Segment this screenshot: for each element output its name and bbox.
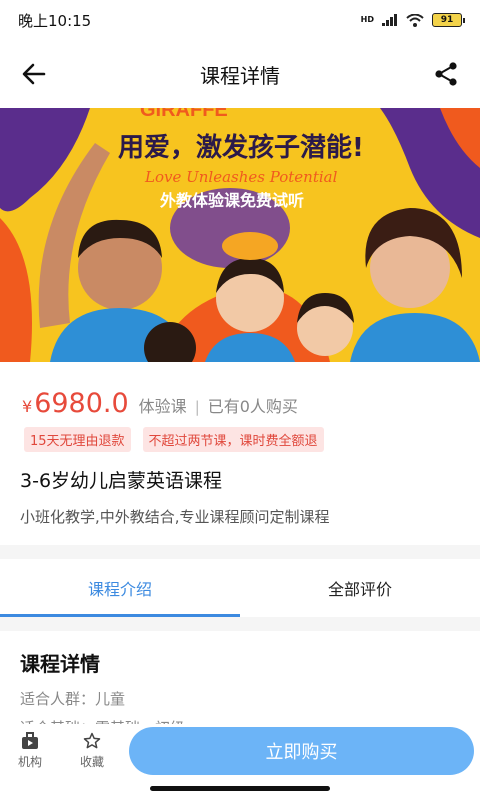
course-banner-image[interactable]: GIRAFFE 用爱，激发孩子潜能! Love Unleashes Potent… xyxy=(0,108,480,362)
price-row: ¥ 6980.0 体验课 | 已有0人购买 xyxy=(22,388,298,419)
battery-icon: 91 xyxy=(432,13,465,27)
banner-subtitle: 外教体验课免费试听 xyxy=(159,191,304,210)
bottom-action-bar: 机构 收藏 立即购买 xyxy=(0,724,480,778)
banner-slogan: 用爱，激发孩子潜能! xyxy=(118,132,364,163)
organization-icon xyxy=(22,732,38,749)
page-title: 课程详情 xyxy=(200,63,280,88)
app-header: 课程详情 xyxy=(0,40,480,108)
org-label: 机构 xyxy=(17,755,42,769)
detail-heading: 课程详情 xyxy=(20,652,100,676)
price-value: 6980.0 xyxy=(34,388,129,419)
signal-icon xyxy=(382,14,397,26)
buy-now-button[interactable]: 立即购买 xyxy=(129,727,474,775)
course-name: 3-6岁幼儿启蒙英语课程 xyxy=(20,470,223,492)
purchase-count: 已有0人购买 xyxy=(207,397,298,416)
tab-label: 全部评价 xyxy=(327,580,392,599)
battery-level: 91 xyxy=(440,15,454,25)
tab-label: 课程介绍 xyxy=(87,580,152,599)
network-type-label: HD xyxy=(360,15,374,24)
wifi-icon xyxy=(406,13,424,27)
price-currency: ¥ xyxy=(22,397,33,416)
tab-all-reviews[interactable]: 全部评价 xyxy=(240,559,480,617)
detail-tabs: 课程介绍 全部评价 xyxy=(0,559,480,617)
org-button[interactable]: 机构 xyxy=(8,732,52,770)
tab-course-intro[interactable]: 课程介绍 xyxy=(0,559,240,617)
refund-tag: 15天无理由退款 xyxy=(24,427,131,452)
screen: 晚上10:15 HD 91 课程详情 GIRAFFE 用爱，激发孩子潜能! Lo… xyxy=(0,0,480,800)
home-indicator[interactable] xyxy=(150,786,330,791)
course-description: 小班化教学,中外教结合,专业课程顾问定制课程 xyxy=(20,508,330,526)
arrow-left-icon[interactable] xyxy=(20,60,48,88)
star-icon xyxy=(83,732,101,749)
favorite-button[interactable]: 收藏 xyxy=(70,732,114,770)
banner-slogan-en: Love Unleashes Potential xyxy=(144,168,338,186)
course-type: 体验课 xyxy=(138,397,187,416)
status-time: 晚上10:15 xyxy=(18,11,92,30)
status-icons: HD 91 xyxy=(360,13,465,27)
trial-refund-tag: 不超过两节课，课时费全额退 xyxy=(142,427,324,452)
status-bar: 晚上10:15 HD 91 xyxy=(0,0,480,40)
section-divider xyxy=(0,617,480,631)
detail-audience: 适合人群：儿童 xyxy=(20,690,126,708)
banner-brand: GIRAFFE xyxy=(140,108,228,121)
price-divider: | xyxy=(194,398,200,416)
section-divider xyxy=(0,545,480,559)
favorite-label: 收藏 xyxy=(79,755,104,769)
share-icon[interactable] xyxy=(432,60,460,88)
policy-tags: 15天无理由退款 不超过两节课，课时费全额退 xyxy=(24,427,324,452)
